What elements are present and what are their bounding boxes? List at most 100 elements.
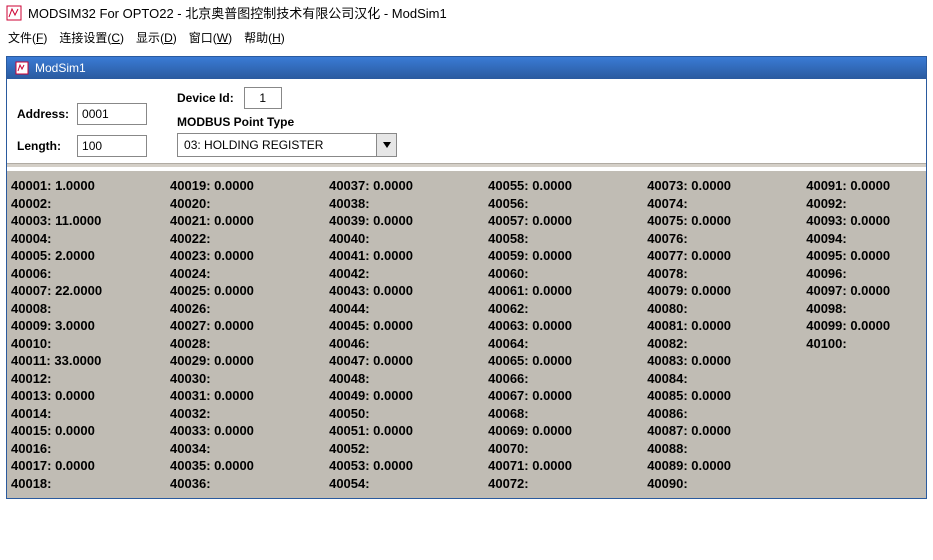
register-row[interactable]: 40043: 0.0000 (329, 282, 478, 300)
register-row[interactable]: 40094: (806, 230, 922, 248)
register-row[interactable]: 40065: 0.0000 (488, 352, 637, 370)
register-row[interactable]: 40092: (806, 195, 922, 213)
register-row[interactable]: 40081: 0.0000 (647, 317, 796, 335)
register-row[interactable]: 40062: (488, 300, 637, 318)
register-row[interactable]: 40023: 0.0000 (170, 247, 319, 265)
register-row[interactable]: 40036: (170, 475, 319, 493)
register-row[interactable]: 40022: (170, 230, 319, 248)
register-row[interactable]: 40008: (11, 300, 160, 318)
register-row[interactable]: 40056: (488, 195, 637, 213)
register-row[interactable]: 40072: (488, 475, 637, 493)
register-row[interactable]: 40066: (488, 370, 637, 388)
register-row[interactable]: 40026: (170, 300, 319, 318)
address-input[interactable] (77, 103, 147, 125)
point-type-select[interactable] (177, 133, 397, 157)
register-row[interactable]: 40038: (329, 195, 478, 213)
register-row[interactable]: 40068: (488, 405, 637, 423)
register-row[interactable]: 40001: 1.0000 (11, 177, 160, 195)
register-row[interactable]: 40035: 0.0000 (170, 457, 319, 475)
register-row[interactable]: 40053: 0.0000 (329, 457, 478, 475)
register-row[interactable]: 40087: 0.0000 (647, 422, 796, 440)
register-row[interactable]: 40014: (11, 405, 160, 423)
register-row[interactable]: 40047: 0.0000 (329, 352, 478, 370)
menu-display[interactable]: 显示(D) (136, 29, 177, 46)
register-row[interactable]: 40006: (11, 265, 160, 283)
register-row[interactable]: 40009: 3.0000 (11, 317, 160, 335)
register-row[interactable]: 40070: (488, 440, 637, 458)
register-row[interactable]: 40003: 11.0000 (11, 212, 160, 230)
register-row[interactable]: 40042: (329, 265, 478, 283)
register-row[interactable]: 40039: 0.0000 (329, 212, 478, 230)
register-row[interactable]: 40099: 0.0000 (806, 317, 922, 335)
register-row[interactable]: 40086: (647, 405, 796, 423)
register-row[interactable]: 40098: (806, 300, 922, 318)
register-row[interactable]: 40079: 0.0000 (647, 282, 796, 300)
register-row[interactable]: 40018: (11, 475, 160, 493)
register-row[interactable]: 40033: 0.0000 (170, 422, 319, 440)
register-row[interactable]: 40040: (329, 230, 478, 248)
register-row[interactable]: 40021: 0.0000 (170, 212, 319, 230)
register-row[interactable]: 40057: 0.0000 (488, 212, 637, 230)
register-row[interactable]: 40080: (647, 300, 796, 318)
register-row[interactable]: 40044: (329, 300, 478, 318)
register-row[interactable]: 40088: (647, 440, 796, 458)
register-row[interactable]: 40046: (329, 335, 478, 353)
register-row[interactable]: 40002: (11, 195, 160, 213)
register-row[interactable]: 40010: (11, 335, 160, 353)
register-row[interactable]: 40007: 22.0000 (11, 282, 160, 300)
register-row[interactable]: 40093: 0.0000 (806, 212, 922, 230)
register-row[interactable]: 40078: (647, 265, 796, 283)
device-id-input[interactable] (244, 87, 282, 109)
register-row[interactable]: 40091: 0.0000 (806, 177, 922, 195)
register-row[interactable]: 40029: 0.0000 (170, 352, 319, 370)
register-row[interactable]: 40085: 0.0000 (647, 387, 796, 405)
register-row[interactable]: 40082: (647, 335, 796, 353)
register-row[interactable]: 40090: (647, 475, 796, 493)
register-row[interactable]: 40077: 0.0000 (647, 247, 796, 265)
register-row[interactable]: 40074: (647, 195, 796, 213)
register-row[interactable]: 40069: 0.0000 (488, 422, 637, 440)
register-row[interactable]: 40025: 0.0000 (170, 282, 319, 300)
register-row[interactable]: 40004: (11, 230, 160, 248)
menu-help[interactable]: 帮助(H) (244, 29, 285, 46)
register-row[interactable]: 40051: 0.0000 (329, 422, 478, 440)
menu-connection[interactable]: 连接设置(C) (59, 29, 124, 46)
mdi-title-bar[interactable]: ModSim1 (7, 57, 926, 79)
register-row[interactable]: 40075: 0.0000 (647, 212, 796, 230)
register-row[interactable]: 40100: (806, 335, 922, 353)
point-type-value[interactable] (177, 133, 397, 157)
menu-window[interactable]: 窗口(W) (189, 29, 232, 46)
register-row[interactable]: 40027: 0.0000 (170, 317, 319, 335)
register-row[interactable]: 40071: 0.0000 (488, 457, 637, 475)
register-row[interactable]: 40049: 0.0000 (329, 387, 478, 405)
register-row[interactable]: 40097: 0.0000 (806, 282, 922, 300)
chevron-down-icon[interactable] (376, 134, 396, 156)
register-row[interactable]: 40059: 0.0000 (488, 247, 637, 265)
register-row[interactable]: 40012: (11, 370, 160, 388)
register-row[interactable]: 40032: (170, 405, 319, 423)
register-row[interactable]: 40054: (329, 475, 478, 493)
register-row[interactable]: 40060: (488, 265, 637, 283)
register-row[interactable]: 40050: (329, 405, 478, 423)
register-row[interactable]: 40052: (329, 440, 478, 458)
register-row[interactable]: 40030: (170, 370, 319, 388)
register-row[interactable]: 40076: (647, 230, 796, 248)
menu-file[interactable]: 文件(F) (8, 29, 47, 46)
register-row[interactable]: 40067: 0.0000 (488, 387, 637, 405)
register-row[interactable]: 40084: (647, 370, 796, 388)
register-row[interactable]: 40028: (170, 335, 319, 353)
register-row[interactable]: 40015: 0.0000 (11, 422, 160, 440)
register-row[interactable]: 40096: (806, 265, 922, 283)
register-row[interactable]: 40083: 0.0000 (647, 352, 796, 370)
register-row[interactable]: 40064: (488, 335, 637, 353)
register-row[interactable]: 40073: 0.0000 (647, 177, 796, 195)
register-row[interactable]: 40019: 0.0000 (170, 177, 319, 195)
register-row[interactable]: 40013: 0.0000 (11, 387, 160, 405)
register-row[interactable]: 40061: 0.0000 (488, 282, 637, 300)
register-row[interactable]: 40031: 0.0000 (170, 387, 319, 405)
register-row[interactable]: 40048: (329, 370, 478, 388)
register-row[interactable]: 40005: 2.0000 (11, 247, 160, 265)
register-row[interactable]: 40017: 0.0000 (11, 457, 160, 475)
register-row[interactable]: 40024: (170, 265, 319, 283)
register-row[interactable]: 40095: 0.0000 (806, 247, 922, 265)
